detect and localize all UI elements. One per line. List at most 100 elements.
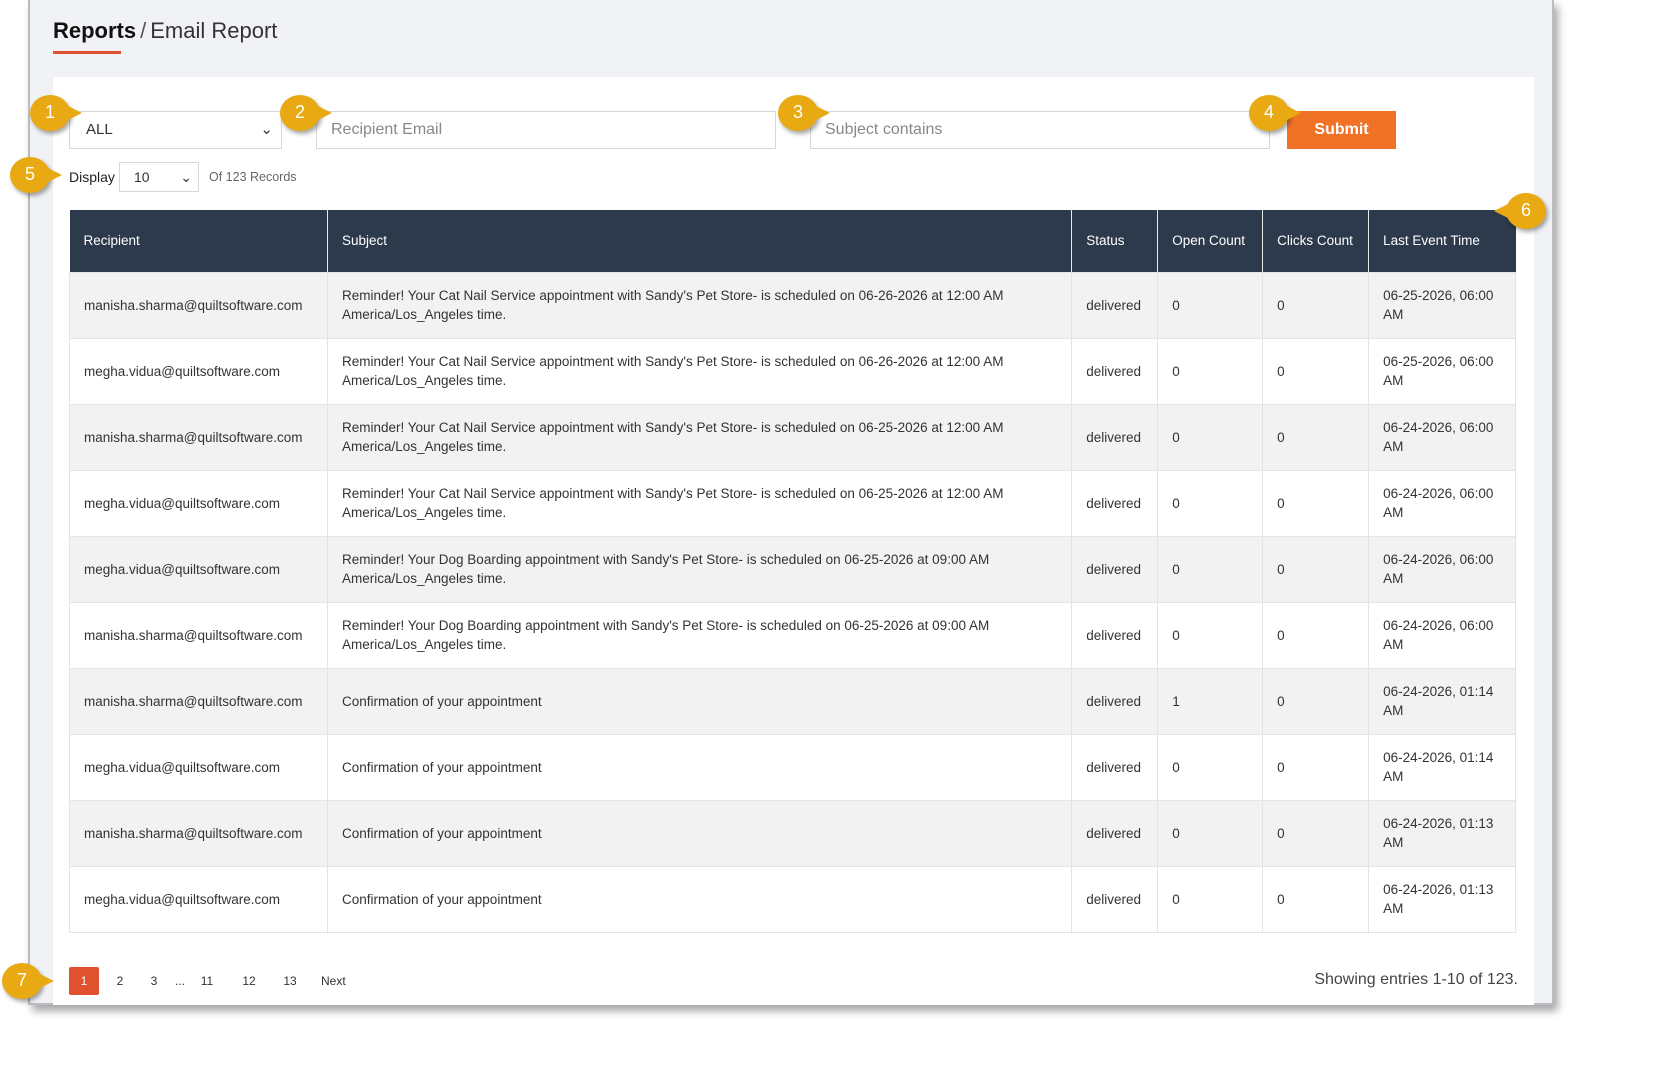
cell-open: 0: [1157, 601, 1264, 669]
cell-clicks: 0: [1262, 733, 1370, 801]
cell-clicks: 0: [1262, 271, 1370, 339]
table-row: manisha.sharma@quiltsoftware.com Reminder…: [69, 403, 1516, 471]
page-13-button[interactable]: 13: [280, 967, 300, 995]
status-select[interactable]: ALL ⌄: [69, 111, 282, 149]
cell-last: 06-24-2026, 06:00 AM: [1368, 601, 1516, 669]
records-count: Of 123 Records: [209, 170, 297, 184]
showing-entries-text: Showing entries 1-10 of 123.: [1314, 971, 1518, 988]
cell-open: 0: [1157, 337, 1264, 405]
cell-recipient: megha.vidua@quiltsoftware.com: [69, 469, 328, 537]
cell-clicks: 0: [1262, 601, 1370, 669]
cell-clicks: 0: [1262, 469, 1370, 537]
next-page-button[interactable]: Next: [321, 967, 346, 995]
callout-badge-6: 6: [1494, 193, 1546, 229]
cell-subject: Reminder! Your Dog Boarding appointment …: [326, 601, 1073, 669]
subject-contains-input[interactable]: Subject contains: [810, 111, 1270, 149]
cell-recipient: manisha.sharma@quiltsoftware.com: [69, 667, 328, 735]
column-header-open-count: Open Count: [1157, 210, 1264, 272]
page-3-button[interactable]: 3: [144, 967, 164, 995]
cell-clicks: 0: [1262, 865, 1370, 933]
cell-subject: Confirmation of your appointment: [326, 799, 1073, 867]
app-frame: Reports / Email Report ALL ⌄ Recipient Ema…: [28, 0, 1554, 1005]
cell-subject: Reminder! Your Cat Nail Service appointm…: [326, 337, 1073, 405]
cell-status: delivered: [1071, 403, 1159, 471]
recipient-email-input[interactable]: Recipient Email: [316, 111, 776, 149]
cell-status: delivered: [1071, 271, 1159, 339]
cell-clicks: 0: [1262, 667, 1370, 735]
breadcrumb-separator: /: [140, 18, 147, 43]
cell-recipient: manisha.sharma@quiltsoftware.com: [69, 799, 328, 867]
submit-button[interactable]: Submit: [1287, 111, 1396, 149]
cell-open: 0: [1157, 469, 1264, 537]
cell-subject: Reminder! Your Dog Boarding appointment …: [326, 535, 1073, 603]
cell-open: 0: [1157, 535, 1264, 603]
cell-status: delivered: [1071, 799, 1159, 867]
table-row: megha.vidua@quiltsoftware.com Reminder! Y…: [69, 337, 1516, 405]
table-row: manisha.sharma@quiltsoftware.com Reminder…: [69, 601, 1516, 669]
cell-status: delivered: [1071, 469, 1159, 537]
page-size-value: 10: [134, 169, 150, 185]
callout-badge-3: 3: [778, 95, 830, 131]
cell-last: 06-24-2026, 01:14 AM: [1368, 733, 1516, 801]
page-1-button[interactable]: 1: [69, 967, 99, 995]
cell-clicks: 0: [1262, 799, 1370, 867]
table-header-row: Recipient Subject Status Open Count Clic…: [69, 210, 1516, 272]
page-11-button[interactable]: 11: [197, 967, 217, 995]
display-label: Display: [69, 169, 115, 185]
cell-recipient: manisha.sharma@quiltsoftware.com: [69, 601, 328, 669]
callout-badge-2: 2: [280, 95, 332, 131]
table-row: megha.vidua@quiltsoftware.com Confirmatio…: [69, 733, 1516, 801]
cell-status: delivered: [1071, 865, 1159, 933]
breadcrumb-current: Email Report: [150, 18, 278, 43]
breadcrumb-reports[interactable]: Reports: [53, 18, 136, 43]
table-row: manisha.sharma@quiltsoftware.com Confirma…: [69, 667, 1516, 735]
cell-recipient: megha.vidua@quiltsoftware.com: [69, 733, 328, 801]
page-2-button[interactable]: 2: [110, 967, 130, 995]
table-row: megha.vidua@quiltsoftware.com Reminder! Y…: [69, 535, 1516, 603]
table-row: manisha.sharma@quiltsoftware.com Reminder…: [69, 271, 1516, 339]
cell-recipient: manisha.sharma@quiltsoftware.com: [69, 271, 328, 339]
column-header-status: Status: [1071, 210, 1159, 272]
cell-recipient: megha.vidua@quiltsoftware.com: [69, 865, 328, 933]
cell-status: delivered: [1071, 667, 1159, 735]
breadcrumb: Reports / Email Report: [53, 18, 277, 44]
email-report-table: Recipient Subject Status Open Count Clic…: [69, 210, 1516, 933]
cell-last: 06-25-2026, 06:00 AM: [1368, 337, 1516, 405]
cell-status: delivered: [1071, 337, 1159, 405]
chevron-down-icon: ⌄: [180, 169, 192, 185]
status-select-value: ALL: [86, 121, 113, 138]
cell-last: 06-24-2026, 01:13 AM: [1368, 799, 1516, 867]
table-row: manisha.sharma@quiltsoftware.com Confirma…: [69, 799, 1516, 867]
cell-open: 0: [1157, 865, 1264, 933]
callout-badge-1: 1: [30, 95, 82, 131]
table-row: megha.vidua@quiltsoftware.com Confirmatio…: [69, 865, 1516, 933]
cell-last: 06-24-2026, 06:00 AM: [1368, 403, 1516, 471]
cell-recipient: megha.vidua@quiltsoftware.com: [69, 337, 328, 405]
cell-status: delivered: [1071, 535, 1159, 603]
report-card: ALL ⌄ Recipient Email Subject contains S…: [53, 77, 1534, 1005]
cell-recipient: megha.vidua@quiltsoftware.com: [69, 535, 328, 603]
cell-subject: Reminder! Your Cat Nail Service appointm…: [326, 403, 1073, 471]
cell-subject: Confirmation of your appointment: [326, 667, 1073, 735]
cell-last: 06-25-2026, 06:00 AM: [1368, 271, 1516, 339]
column-header-last-event-time: Last Event Time: [1368, 210, 1516, 272]
column-header-subject: Subject: [327, 210, 1073, 272]
cell-subject: Reminder! Your Cat Nail Service appointm…: [326, 271, 1073, 339]
table-row: megha.vidua@quiltsoftware.com Reminder! Y…: [69, 469, 1516, 537]
cell-open: 0: [1157, 799, 1264, 867]
cell-subject: Confirmation of your appointment: [326, 733, 1073, 801]
page-ellipsis: ...: [174, 974, 185, 988]
cell-subject: Reminder! Your Cat Nail Service appointm…: [326, 469, 1073, 537]
chevron-down-icon: ⌄: [260, 121, 273, 138]
cell-subject: Confirmation of your appointment: [326, 865, 1073, 933]
callout-badge-5: 5: [10, 157, 62, 193]
cell-open: 1: [1157, 667, 1264, 735]
cell-last: 06-24-2026, 06:00 AM: [1368, 469, 1516, 537]
cell-status: delivered: [1071, 601, 1159, 669]
cell-open: 0: [1157, 271, 1264, 339]
page-size-select[interactable]: 10 ⌄: [119, 162, 199, 192]
column-header-clicks-count: Clicks Count: [1262, 210, 1370, 272]
breadcrumb-underline: [53, 51, 121, 54]
page-12-button[interactable]: 12: [239, 967, 259, 995]
callout-badge-4: 4: [1249, 95, 1301, 131]
